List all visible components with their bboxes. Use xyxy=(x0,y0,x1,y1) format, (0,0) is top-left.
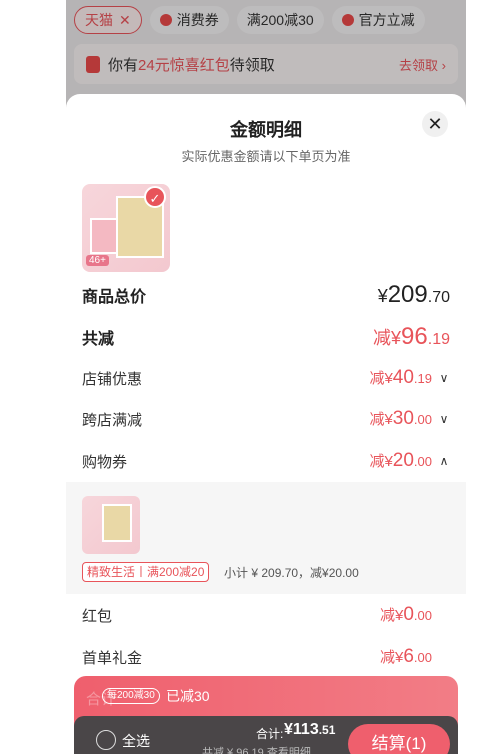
row-red-packet: 红包 减¥ 0.00 xyxy=(82,600,450,630)
currency-symbol: ¥ xyxy=(284,721,293,738)
close-button[interactable]: ✕ xyxy=(422,111,448,137)
chevron-down-icon[interactable]: ∨ xyxy=(438,371,450,385)
product-image-part xyxy=(90,218,118,254)
chevron-down-icon[interactable]: ∨ xyxy=(438,412,450,426)
price-decimal: .00 xyxy=(413,608,432,623)
promo-text: 已减30 xyxy=(166,688,210,704)
check-icon[interactable]: ✓ xyxy=(144,186,166,208)
row-total-price: 商品总价 ¥209.70 xyxy=(82,280,450,310)
price-decimal: .51 xyxy=(318,723,336,737)
sheet-subtitle: 实际优惠金额请以下单页为准 xyxy=(181,149,351,164)
row-label: 购物券 xyxy=(82,453,128,471)
price-decimal: .00 xyxy=(413,650,432,665)
promo-pill: 每200减30 xyxy=(102,688,160,704)
row-label: 跨店满减 xyxy=(82,411,143,429)
voucher-detail-panel: 精致生活丨满200减20 小计 ¥ 209.70，减¥20.00 xyxy=(66,482,466,594)
total-reduce-value: 减¥ 96.19 xyxy=(373,323,450,351)
reduce-prefix: 减¥ xyxy=(373,328,402,348)
price-integer: 20 xyxy=(392,450,414,471)
price-decimal: .00 xyxy=(413,454,432,469)
row-total-reduce: 共减 减¥ 96.19 xyxy=(82,322,450,352)
reduce-prefix: 减¥ xyxy=(369,411,393,428)
currency-symbol: ¥ xyxy=(377,286,388,306)
row-label: 红包 xyxy=(82,607,113,625)
chevron-up-icon[interactable]: ∧ xyxy=(438,454,450,468)
price-integer: 209 xyxy=(387,281,428,308)
price-integer: 0 xyxy=(403,604,414,625)
price-decimal: .70 xyxy=(427,289,450,306)
total-price-value: ¥209.70 xyxy=(378,281,450,309)
row-label: 首单礼金 xyxy=(82,649,143,667)
row-label: 共减 xyxy=(82,331,115,348)
price-integer: 40 xyxy=(392,367,414,388)
price-integer: 96 xyxy=(401,323,428,350)
sheet-title: 金额明细 xyxy=(230,120,302,140)
price-decimal: .19 xyxy=(413,371,432,386)
checkout-bar: 全选 合计: ¥113.51 共减 ¥ 96.19 查看明细 结算(1) xyxy=(74,716,458,754)
reduce-prefix: 减¥ xyxy=(380,649,404,666)
shop-discount-value: 减¥ 40.19 xyxy=(369,367,432,389)
row-first-order-gift: 首单礼金 减¥ 6.00 xyxy=(82,642,450,672)
product-image-part xyxy=(102,504,132,542)
row-label: 店铺优惠 xyxy=(82,370,143,388)
red-packet-value: 减¥ 0.00 xyxy=(380,604,432,626)
total-amount: ¥113.51 xyxy=(284,721,335,739)
price-integer: 30 xyxy=(392,408,414,429)
row-cross-shop[interactable]: 跨店满减 减¥ 30.00 ∨ xyxy=(82,404,450,434)
price-decimal: .19 xyxy=(427,331,450,348)
first-order-gift-value: 减¥ 6.00 xyxy=(380,646,432,668)
total-label: 合计: xyxy=(256,727,284,741)
select-all-radio[interactable] xyxy=(96,730,116,750)
row-voucher[interactable]: 购物券 减¥ 20.00 ∧ xyxy=(82,446,450,476)
amount-detail-sheet: 金额明细 实际优惠金额请以下单页为准 ✕ 46+ ✓ 商品总价 ¥209.70 … xyxy=(66,94,466,754)
promo-tag: 精致生活丨满200减20 xyxy=(82,562,210,582)
price-integer: 6 xyxy=(403,646,414,667)
cross-shop-value: 减¥ 30.00 xyxy=(369,408,432,430)
reduce-prefix: 减¥ xyxy=(369,370,393,387)
row-label: 商品总价 xyxy=(82,289,147,306)
price-integer: 113 xyxy=(292,721,319,738)
product-thumbnail xyxy=(82,496,140,554)
row-shop-discount[interactable]: 店铺优惠 减¥ 40.19 ∨ xyxy=(82,363,450,393)
thumb-badge: 46+ xyxy=(86,255,109,266)
phone-screen: 天猫 ✕ 消费券 满200减30 官方立减 你有 24元惊喜红包 待领取 去领取… xyxy=(66,0,466,754)
select-all-label[interactable]: 全选 xyxy=(122,731,150,751)
voucher-value: 减¥ 20.00 xyxy=(369,450,432,472)
price-decimal: .00 xyxy=(413,412,432,427)
reduce-summary-link[interactable]: 共减 ¥ 96.19 查看明细 xyxy=(202,744,311,754)
reduce-prefix: 减¥ xyxy=(380,607,404,624)
reduce-prefix: 减¥ xyxy=(369,453,393,470)
promo-subtotal: 小计 ¥ 209.70，减¥20.00 xyxy=(224,566,359,580)
checkout-button[interactable]: 结算(1) xyxy=(348,724,450,754)
